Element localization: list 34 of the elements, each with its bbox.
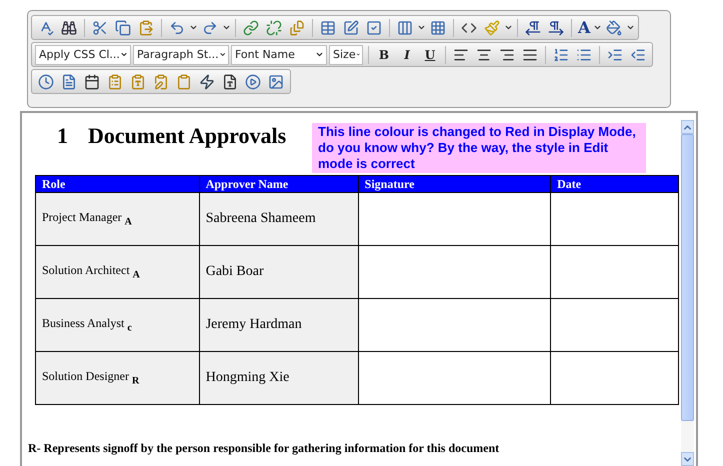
- caret-icon[interactable]: [120, 50, 128, 59]
- format-button[interactable]: B: [373, 44, 395, 64]
- font-color-button[interactable]: A: [576, 18, 592, 37]
- column-header: Role: [36, 176, 200, 192]
- column-header: Signature: [358, 176, 551, 192]
- editor-area[interactable]: [20, 111, 698, 466]
- caret-icon[interactable]: [504, 23, 513, 32]
- table-cell: Solution Designer $_{R}$: [36, 352, 200, 404]
- footnote: R- Represents signoff by the person responsible for gathering information for this document: [28, 441, 500, 456]
- style-dropdown[interactable]: Size: [329, 44, 363, 64]
- caret-icon[interactable]: [315, 50, 324, 59]
- table-cell: Project Manager $_{A}$: [36, 192, 200, 246]
- caret-icon[interactable]: [593, 23, 602, 32]
- table-cell: Hongming Xie: [199, 352, 358, 404]
- scrollbar[interactable]: [681, 120, 694, 466]
- table-cell: Sabreena Shameem: [199, 192, 358, 246]
- format-button[interactable]: I: [396, 44, 418, 64]
- style-dropdown[interactable]: Font Name: [231, 44, 327, 64]
- caret-icon[interactable]: [417, 23, 426, 32]
- caret-icon[interactable]: [222, 23, 231, 32]
- style-dropdown[interactable]: Apply CSS Cl...: [35, 44, 131, 64]
- table-cell: Solution Architect $_{A}$: [36, 246, 200, 298]
- caret-icon[interactable]: [189, 23, 198, 32]
- highlighted-note: This line colour is changed to Red in Display Mode, do you know why? By the way, the style in Edit mode is correct: [312, 123, 646, 173]
- format-button[interactable]: U: [419, 44, 441, 64]
- table-cell: Business Analyst $_{c}$: [36, 298, 200, 352]
- document-heading: 1 Document Approvals: [57, 123, 288, 149]
- table-cell: Jeremy Hardman: [199, 298, 358, 352]
- table-cell: Gabi Boar: [199, 246, 358, 298]
- caret-icon[interactable]: [218, 50, 226, 59]
- caret-icon[interactable]: [626, 23, 636, 32]
- column-header: Date: [550, 176, 678, 192]
- column-header: Approver Name: [199, 176, 358, 192]
- style-dropdown[interactable]: Paragraph St...: [133, 44, 229, 64]
